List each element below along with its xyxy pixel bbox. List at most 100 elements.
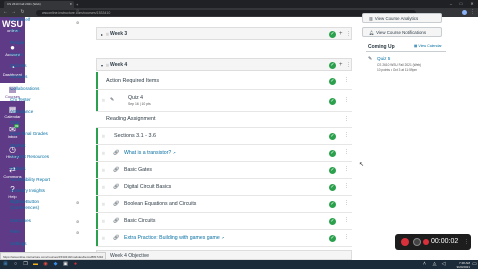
link-title[interactable]: Basic Circuits <box>124 218 155 224</box>
module-item-link[interactable]: ⠿ 🔗︎ Basic Circuits ✓ ⋮ <box>96 213 352 230</box>
item-options-icon[interactable]: ⋮ <box>344 166 349 172</box>
network-icon[interactable]: ◬ <box>430 260 439 269</box>
drag-handle-icon[interactable]: ⠿ <box>102 202 105 207</box>
search-icon[interactable]: ○ <box>11 260 20 269</box>
quiz-title[interactable]: Quiz 4 <box>128 95 143 101</box>
course-nav-input-final-grades[interactable]: Input Final Grades <box>10 131 48 136</box>
course-nav-settings[interactable]: Settings <box>10 241 27 246</box>
drag-handle-icon[interactable]: ⠿ <box>102 151 105 156</box>
drag-handle-icon[interactable]: ⠿ <box>102 185 105 190</box>
course-nav-chat[interactable]: Chat <box>10 120 20 125</box>
module-item-subheader[interactable]: Action Required Items ✓ ⋮ <box>96 72 352 90</box>
screen-recorder-widget[interactable]: 00:00:02 ⋮ <box>395 234 471 250</box>
browser-tab-title: CS 2610 Fall 2021 (Web) <box>7 2 41 6</box>
profile-avatar[interactable] <box>462 10 467 15</box>
module-item-quiz[interactable]: ⠿ ✎ Quiz 4 Sep 16 | 10 pts ✓ ⋮ <box>96 90 352 112</box>
module-options-icon[interactable]: ⋮ <box>346 28 351 41</box>
close-window-button[interactable]: ✕ <box>467 0 477 8</box>
course-nav-bigbluebutton[interactable]: BigBlueButton (Conferences) <box>10 199 46 211</box>
browser-menu-icon[interactable]: ⋮ <box>470 8 475 17</box>
module-item-link[interactable]: ⠿ 🔗︎ Extra Practice: Building with games… <box>96 230 352 247</box>
link-title[interactable]: Basic Gates <box>124 167 152 173</box>
drag-handle-icon[interactable]: ⠿ <box>102 168 105 173</box>
pause-record-button[interactable] <box>401 238 409 246</box>
module-item-link[interactable]: ⠿ 🔗︎ Digital Circuit Basics ✓ ⋮ <box>96 179 352 196</box>
forward-icon[interactable]: → <box>10 8 17 17</box>
course-nav-chi-tester[interactable]: Chi Tester <box>10 97 31 102</box>
item-options-icon[interactable]: ⋮ <box>344 234 349 240</box>
course-nav-attendance[interactable]: Attendance <box>10 109 33 114</box>
course-nav-collaborations[interactable]: Collaborations <box>10 86 39 91</box>
view-course-analytics-button[interactable]: ▥ View Course Analytics <box>362 13 442 23</box>
item-options-icon[interactable]: ⋮ <box>344 183 349 189</box>
item-options-icon[interactable]: ⋮ <box>344 116 349 122</box>
item-options-icon[interactable]: ⋮ <box>344 149 349 155</box>
course-nav-files[interactable]: Files <box>10 229 20 234</box>
recorder-options-icon[interactable]: ⋮ <box>464 234 469 250</box>
module-week4-header[interactable]: ▾ ⠿ Week 4 ✓ + ⋮ <box>96 58 352 71</box>
app-icon[interactable]: ◆ <box>51 260 60 269</box>
tray-chevron-icon[interactable]: ˄ <box>420 260 429 269</box>
view-course-notifications-button[interactable]: 🔔︎ View Course Notifications <box>362 27 442 37</box>
drag-handle-icon[interactable]: ⠿ <box>106 59 109 72</box>
drag-handle-icon[interactable]: ⠿ <box>102 98 105 103</box>
item-options-icon[interactable]: ⋮ <box>344 77 349 83</box>
course-nav-ancestry-insights[interactable]: Ancestry Insights <box>10 188 45 193</box>
drag-handle-icon[interactable]: ⠿ <box>102 236 105 241</box>
course-nav-pages[interactable]: Pages <box>10 52 23 57</box>
collapse-caret-icon[interactable]: ▾ <box>101 59 103 72</box>
maximize-button[interactable]: □ <box>456 0 466 8</box>
reload-icon[interactable]: ↻ <box>19 8 26 17</box>
url-field[interactable]: wsuonline.instructure.com/courses/153341… <box>36 9 416 16</box>
module-item-subheader[interactable]: Reading Assignment ⋮ <box>96 112 352 128</box>
file-explorer-icon[interactable]: ▬ <box>31 260 40 269</box>
drag-handle-icon[interactable]: ⠿ <box>106 28 109 41</box>
taskbar-clock[interactable]: 7:48 AM 9/20/2021 <box>448 261 470 269</box>
add-item-icon[interactable]: + <box>339 59 343 72</box>
module-options-icon[interactable]: ⋮ <box>346 59 351 72</box>
item-options-icon[interactable]: ⋮ <box>344 97 349 103</box>
app-icon[interactable]: ▣ <box>61 260 70 269</box>
module-next-header[interactable]: ▾ Week 4 Objective <box>96 250 352 260</box>
browser-tab[interactable]: CS 2610 Fall 2021 (Web) ✕ <box>4 1 74 8</box>
link-title[interactable]: Extra Practice: Building with games game… <box>124 235 224 241</box>
link-title[interactable]: What is a transistor? ↗ <box>124 150 176 156</box>
minimize-button[interactable]: – <box>446 0 456 8</box>
stop-record-button[interactable] <box>413 238 421 246</box>
volume-icon[interactable]: ◁ <box>439 260 448 269</box>
new-tab-button[interactable]: + <box>76 1 78 8</box>
course-nav-starnet[interactable]: StarNet <box>10 143 26 148</box>
module-item-link[interactable]: ⠿ 🔗︎ Boolean Equations and Circuits ✓ ⋮ <box>96 196 352 213</box>
course-nav-student-resources[interactable]: Student Resources <box>10 154 49 159</box>
drag-handle-icon[interactable]: ⠿ <box>102 219 105 224</box>
course-nav-outcomes[interactable]: Outcomes <box>10 218 31 223</box>
course-nav-bookshelf[interactable]: Bookshelf <box>10 17 30 22</box>
course-nav-quizzes[interactable]: Quizzes <box>10 63 27 68</box>
item-options-icon[interactable]: ⋮ <box>344 217 349 223</box>
link-title[interactable]: Digital Circuit Basics <box>124 184 171 190</box>
course-nav-tools[interactable]: Tools <box>10 28 21 33</box>
item-options-icon[interactable]: ⋮ <box>344 200 349 206</box>
task-view-icon[interactable]: ❐ <box>21 260 30 269</box>
chrome-icon[interactable]: ◉ <box>41 260 50 269</box>
notifications-icon[interactable]: ▭ <box>470 260 478 269</box>
expand-caret-icon[interactable]: ▸ <box>101 28 103 41</box>
module-week3-header[interactable]: ▸ ⠿ Week 3 ✓ + ⋮ <box>96 27 352 40</box>
module-item-subheader[interactable]: ⠿ Sections 3.1 - 3.6 ✓ ⋮ <box>96 128 352 145</box>
course-nav-accessibility-report[interactable]: Accessibility Report <box>10 177 50 182</box>
tab-close-icon[interactable]: ✕ <box>69 1 72 8</box>
course-nav-modules[interactable]: Modules <box>10 74 27 79</box>
course-nav-rubrics[interactable]: Rubrics <box>10 166 26 171</box>
start-menu-icon[interactable]: ⊞ <box>1 260 10 269</box>
module-item-link[interactable]: ⠿ 🔗︎ What is a transistor? ↗ ✓ ⋮ <box>96 145 352 162</box>
add-item-icon[interactable]: + <box>339 28 343 41</box>
app-icon[interactable]: ● <box>71 260 80 269</box>
course-nav-people[interactable]: People <box>10 40 24 45</box>
module-item-link[interactable]: ⠿ 🔗︎ Basic Gates ✓ ⋮ <box>96 162 352 179</box>
link-title[interactable]: Boolean Equations and Circuits <box>124 201 196 207</box>
back-icon[interactable]: ← <box>2 8 9 17</box>
coming-up-item-title[interactable]: Quiz 5 <box>377 56 390 61</box>
item-options-icon[interactable]: ⋮ <box>344 132 349 138</box>
view-calendar-link[interactable]: ▦ View Calendar <box>414 44 442 48</box>
drag-handle-icon[interactable]: ⠿ <box>102 134 105 139</box>
